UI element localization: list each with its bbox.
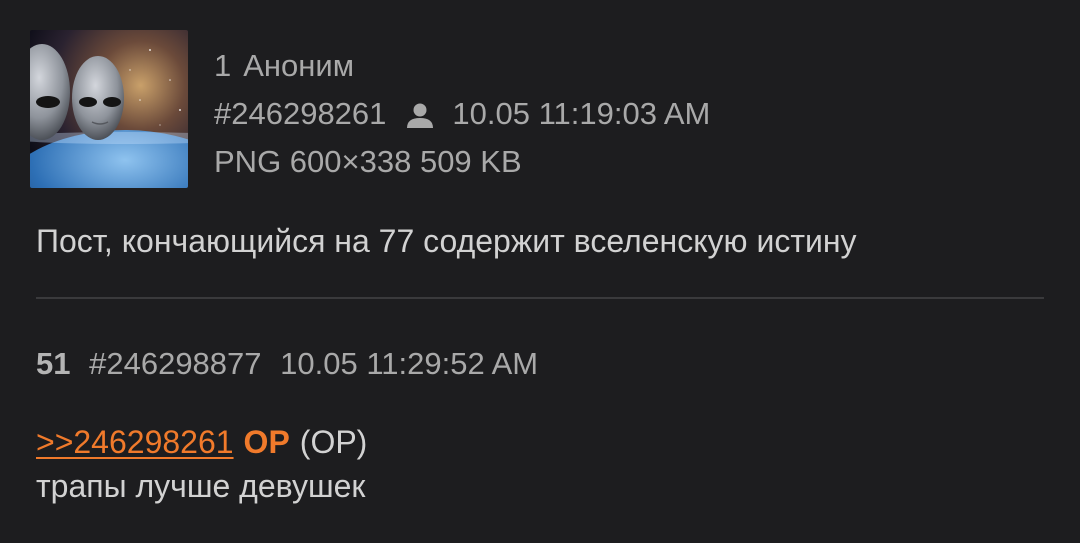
reply-text: трапы лучше девушек [36,468,366,504]
reply-post-header: 51 #246298877 10.05 11:29:52 AM [36,340,538,388]
op-post-id[interactable]: #246298261 [214,90,386,138]
reply-post-number: 51 [36,346,71,381]
reply-quote-link[interactable]: >>246298261 [36,424,234,460]
post-thumbnail[interactable] [30,30,188,188]
reply-post-datetime: 10.05 11:29:52 AM [280,346,539,381]
reply-post-body: >>246298261 OP (OP) трапы лучше девушек [36,420,367,508]
op-post-number: 1 [214,48,232,83]
op-post-body: Пост, кончающийся на 77 содержит вселенс… [36,223,857,259]
alien-space-thumbnail-icon [30,30,188,188]
user-icon [404,98,436,130]
op-post-author: Аноним [243,48,355,83]
op-file-info-line: PNG 600×338 509 KB [214,138,710,186]
op-paren-label: (OP) [299,424,368,460]
op-badge: OP [243,424,290,460]
op-post-title-line: 1 Аноним [214,42,710,90]
op-file-info[interactable]: PNG 600×338 509 KB [214,138,522,186]
post-divider [36,297,1044,299]
op-post-id-line: #246298261 10.05 11:19:03 AM [214,90,710,138]
thread-screen: 1 Аноним #246298261 10.05 11:19:03 AM PN… [0,0,1080,543]
reply-post-id[interactable]: #246298877 [89,346,261,381]
reply-quote-line: >>246298261 OP (OP) [36,420,367,464]
op-post-datetime: 10.05 11:19:03 AM [452,96,711,131]
op-post-header: 1 Аноним #246298261 10.05 11:19:03 AM PN… [214,42,710,186]
